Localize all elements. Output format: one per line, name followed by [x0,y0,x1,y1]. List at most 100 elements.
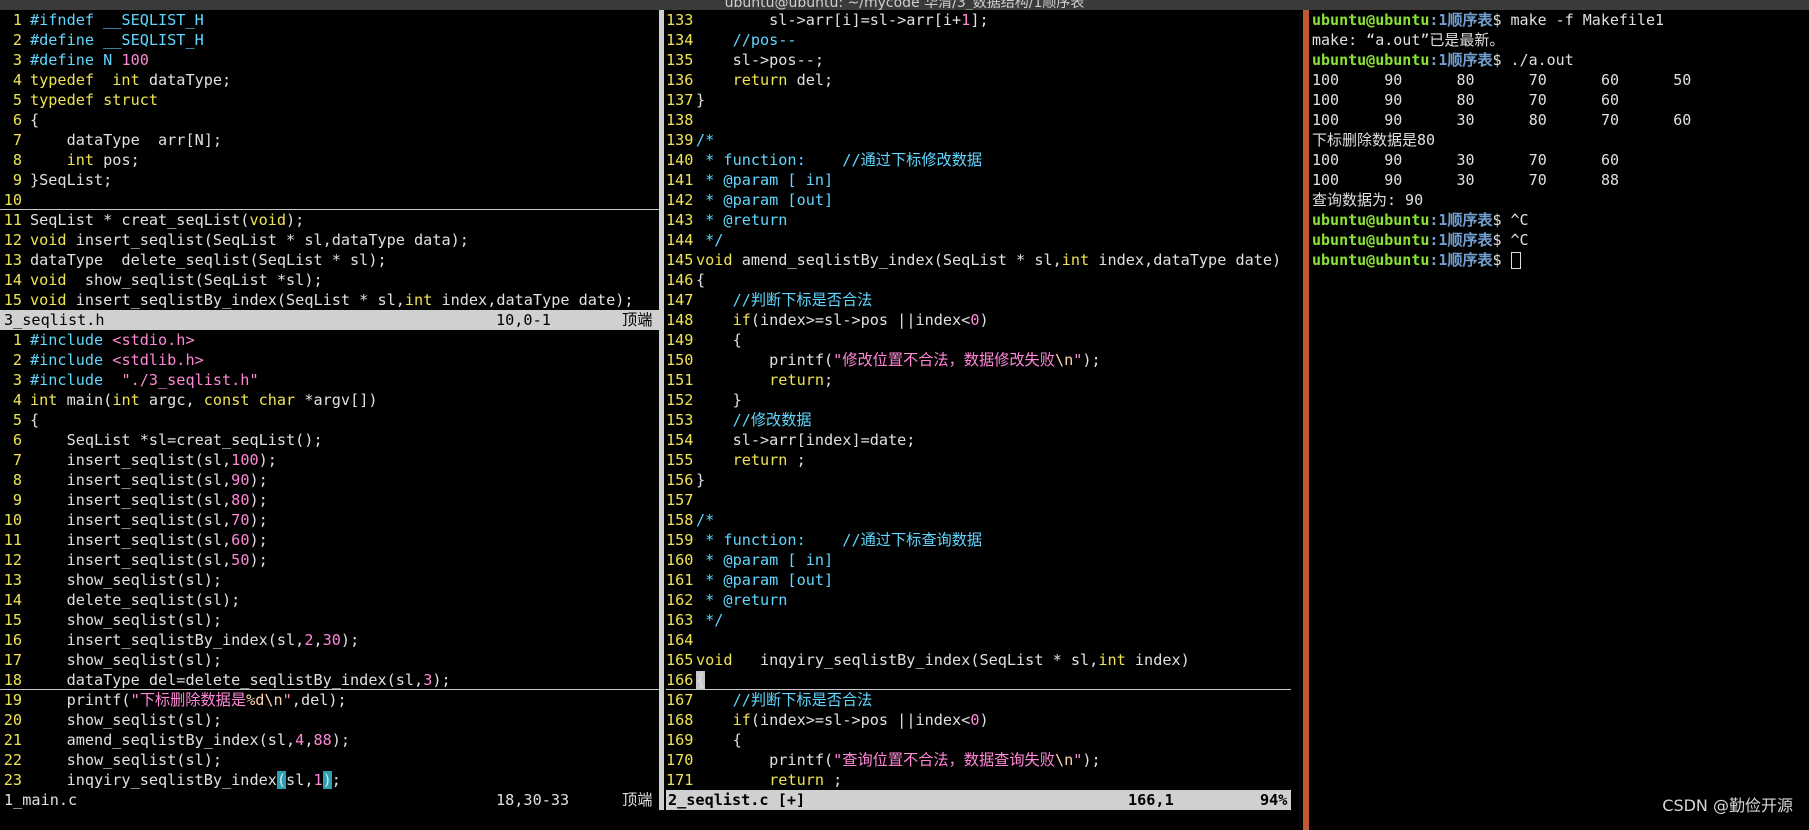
code-line[interactable]: 134 //pos-- [666,30,1291,50]
line-number: 148 [666,311,694,329]
terminal-pane[interactable]: ubuntu@ubuntu:1顺序表$ make -f Makefile1 mak… [1309,10,1809,830]
line-number: 163 [666,611,694,629]
line-number: 167 [666,691,694,709]
editor-pane-main[interactable]: 1 #include <stdio.h> 2 #include <stdlib.h> 3… [0,330,664,790]
line-number: 14 [3,591,22,609]
prompt-symbol: $ [1492,231,1502,249]
code-line[interactable]: 11 insert_seqlist(sl,60); [0,530,664,550]
code-line[interactable]: 161 * @param [out] [666,570,1291,590]
line-number: 137 [666,91,694,109]
code-line[interactable]: 171 return ; [666,770,1291,790]
code-line[interactable]: 21 amend_seqlistBy_index(sl,4,88); [0,730,664,750]
code-line[interactable]: 167 //判断下标是否合法 [666,690,1291,710]
code-line[interactable]: 145 void amend_seqlistBy_index(SeqList * … [666,250,1291,270]
code-line[interactable]: 1 #ifndef __SEQLIST_H [0,10,664,30]
editor-pane-impl[interactable]: 133 sl->arr[i]=sl->arr[i+1]; 134 //pos-- 1… [666,10,1291,790]
code-line[interactable]: 15 show_seqlist(sl); [0,610,664,630]
code-line[interactable]: 12 void insert_seqlist(SeqList * sl,dataT… [0,230,664,250]
code-line[interactable]: 17 show_seqlist(sl); [0,650,664,670]
code-line[interactable]: 3 #include "./3_seqlist.h" [0,370,664,390]
code-line[interactable]: 14 void show_seqlist(SeqList *sl); [0,270,664,290]
code-token: insert_seqlist(sl, [30,531,232,549]
command-text: ^C [1501,231,1529,249]
code-line[interactable]: 138 [666,110,1291,130]
code-line[interactable]: 162 * @return [666,590,1291,610]
code-line[interactable]: 19 printf("下标删除数据是%d\n",del); [0,690,664,710]
code-line[interactable]: 140 * function: //通过下标修改数据 [666,150,1291,170]
code-token: void [696,651,733,669]
code-line[interactable]: 154 sl->arr[index]=date; [666,430,1291,450]
code-line[interactable]: 5{ [0,410,664,430]
code-line[interactable]: 139/* [666,130,1291,150]
code-token: { [30,411,40,429]
output-text: 100 90 30 70 60 [1312,151,1620,169]
code-line[interactable]: 3 #define N 100 [0,50,664,70]
code-line[interactable]: 160 * @param [ in] [666,550,1291,570]
code-line[interactable]: 12 insert_seqlist(sl,50); [0,550,664,570]
code-line[interactable]: 10 [0,190,664,210]
code-line[interactable]: 163 */ [666,610,1291,630]
code-token: printf( [696,351,834,369]
code-token: return [732,451,788,469]
code-line[interactable]: 20 show_seqlist(sl); [0,710,664,730]
code-line[interactable]: 4 int main(int argc, const char *argv[]) [0,390,664,410]
code-line[interactable]: 4 typedef int dataType; [0,70,664,90]
code-line[interactable]: 156} [666,470,1291,490]
code-line[interactable]: 149 { [666,330,1291,350]
code-line[interactable]: 6 SeqList *sl=creat_seqList(); [0,430,664,450]
code-line[interactable]: 159 * function: //通过下标查询数据 [666,530,1291,550]
code-line[interactable]: 7 dataType arr[N]; [0,130,664,150]
code-line[interactable]: 151 return; [666,370,1291,390]
code-line[interactable]: 8 int pos; [0,150,664,170]
code-line[interactable]: 142 * @param [out] [666,190,1291,210]
code-line[interactable]: 153 //修改数据 [666,410,1291,430]
code-line[interactable]: 150 printf("修改位置不合法，数据修改失败\n"); [666,350,1291,370]
code-line[interactable]: 16 insert_seqlistBy_index(sl,2,30); [0,630,664,650]
code-line[interactable]: 22 show_seqlist(sl); [0,750,664,770]
code-line[interactable]: 166{ [666,670,1291,690]
code-line[interactable]: 152 } [666,390,1291,410]
code-line[interactable]: 11 SeqList * creat_seqList(void); [0,210,664,230]
code-line[interactable]: 137} [666,90,1291,110]
code-line[interactable]: 146{ [666,270,1291,290]
code-line[interactable]: 141 * @param [ in] [666,170,1291,190]
code-line[interactable]: 13 dataType delete_seqlist(SeqList * sl); [0,250,664,270]
code-line[interactable]: 14 delete_seqlist(sl); [0,590,664,610]
code-line[interactable]: 136 return del; [666,70,1291,90]
code-line[interactable]: 147 //判断下标是否合法 [666,290,1291,310]
code-line[interactable]: 10 insert_seqlist(sl,70); [0,510,664,530]
code-line[interactable]: 13 show_seqlist(sl); [0,570,664,590]
code-line[interactable]: 6{ [0,110,664,130]
code-line[interactable]: 23 inqyiry_seqlistBy_index(sl,1); [0,770,664,790]
vertical-split[interactable] [659,10,664,810]
code-line[interactable]: 144 */ [666,230,1291,250]
code-line[interactable]: 170 printf("查询位置不合法，数据查询失败\n"); [666,750,1291,770]
code-line[interactable]: 148 if(index>=sl->pos ||index<0) [666,310,1291,330]
code-line[interactable]: 18 dataType del=delete_seqlistBy_index(s… [0,670,664,690]
code-line[interactable]: 169 { [666,730,1291,750]
code-line[interactable]: 2 #define __SEQLIST_H [0,30,664,50]
code-line[interactable]: 155 return ; [666,450,1291,470]
code-line[interactable]: 164 [666,630,1291,650]
code-line[interactable]: 168 if(index>=sl->pos ||index<0) [666,710,1291,730]
code-line[interactable]: 15 void insert_seqlistBy_index(SeqList * … [0,290,664,310]
code-line[interactable]: 8 insert_seqlist(sl,90); [0,470,664,490]
code-line[interactable]: 157 [666,490,1291,510]
terminal-cursor[interactable] [1510,252,1521,269]
editor-pane-header[interactable]: 1 #ifndef __SEQLIST_H 2 #define __SEQLIST_H… [0,10,664,310]
terminal-line: 下标删除数据是80 [1309,130,1809,150]
code-line[interactable]: 9 insert_seqlist(sl,80); [0,490,664,510]
code-line[interactable]: 9}SeqList; [0,170,664,190]
code-line[interactable]: 2 #include <stdlib.h> [0,350,664,370]
line-number: 4 [12,391,22,409]
code-line[interactable]: 135 sl->pos--; [666,50,1291,70]
code-line[interactable]: 7 insert_seqlist(sl,100); [0,450,664,470]
code-line[interactable]: 1 #include <stdio.h> [0,330,664,350]
code-line[interactable]: 5 typedef struct [0,90,664,110]
code-token: int [112,391,140,409]
code-token: //判断下标是否合法 [696,691,873,709]
code-line[interactable]: 133 sl->arr[i]=sl->arr[i+1]; [666,10,1291,30]
code-line[interactable]: 143 * @return [666,210,1291,230]
code-line[interactable]: 158/* [666,510,1291,530]
code-line[interactable]: 165 void inqyiry_seqlistBy_index(SeqList … [666,650,1291,670]
